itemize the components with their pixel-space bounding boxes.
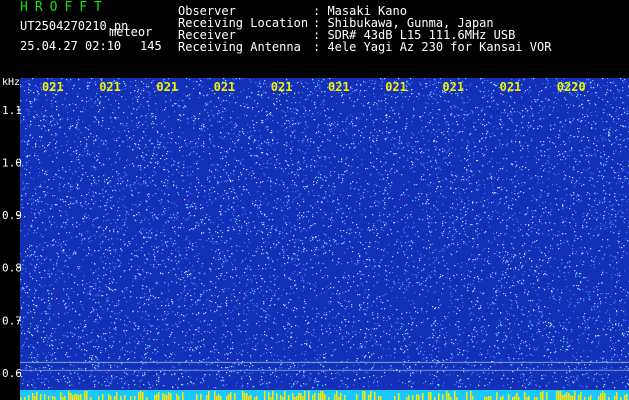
spectrogram-chart: kHz 1.11.00.90.80.70.6 021 021 021 021 021 02… xyxy=(2,78,629,400)
y-axis-label: kHz xyxy=(2,78,20,88)
info-label-antenna: Receiving Antenna xyxy=(178,40,301,54)
x-tick-label: 021 xyxy=(271,80,293,94)
mode-label: meteor xyxy=(109,25,153,39)
info-value-antenna: : 4ele Yagi Az 230 for Kansai VOR xyxy=(313,40,552,54)
bottom-signal-band xyxy=(20,390,629,400)
x-tick-label: 021 xyxy=(99,80,121,94)
x-tick-label: 021 xyxy=(385,80,407,94)
x-tick-label: 021 xyxy=(156,80,178,94)
x-tick-label: 021 xyxy=(500,80,522,94)
x-tick-label: 021 xyxy=(42,80,64,94)
x-tick-label: 0220 xyxy=(557,80,586,94)
x-tick-label: 021 xyxy=(328,80,350,94)
x-tick-label: 021 xyxy=(214,80,236,94)
y-axis-ticks: 1.11.00.90.80.70.6 xyxy=(2,104,22,380)
x-tick-label: 021 xyxy=(442,80,464,94)
app-title: HROFFT xyxy=(20,0,109,15)
date-time: 25.04.27 02:10 xyxy=(20,39,122,53)
count-value: 145 xyxy=(140,39,162,53)
